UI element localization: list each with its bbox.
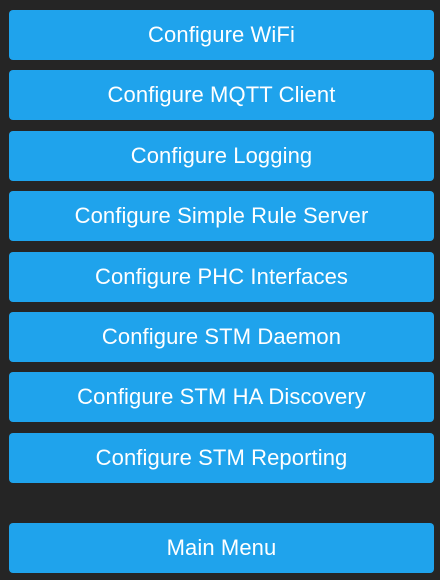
configure-wifi-button[interactable]: Configure WiFi: [9, 10, 434, 60]
configure-mqtt-client-button[interactable]: Configure MQTT Client: [9, 70, 434, 121]
configure-phc-interfaces-button[interactable]: Configure PHC Interfaces: [9, 251, 434, 302]
main-menu-button[interactable]: Main Menu: [9, 523, 434, 573]
configure-logging-button[interactable]: Configure Logging: [9, 130, 434, 181]
configure-simple-rule-server-button[interactable]: Configure Simple Rule Server: [9, 191, 434, 242]
configure-stm-daemon-button[interactable]: Configure STM Daemon: [9, 311, 434, 362]
configure-stm-reporting-button[interactable]: Configure STM Reporting: [9, 432, 434, 483]
configure-stm-ha-discovery-button[interactable]: Configure STM HA Discovery: [9, 372, 434, 423]
configuration-menu: Configure WiFi Configure MQTT Client Con…: [9, 10, 434, 493]
